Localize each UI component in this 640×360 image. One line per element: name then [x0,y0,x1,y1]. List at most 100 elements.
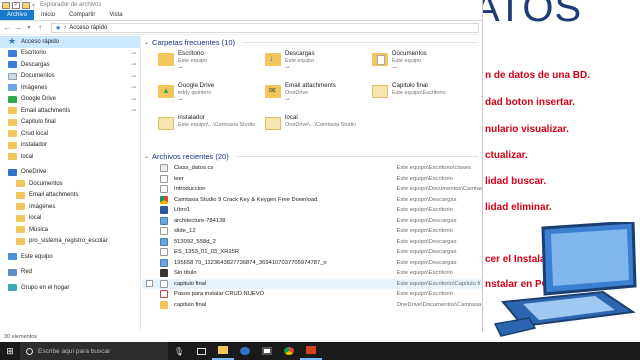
nav-item[interactable]: ★ Acceso rápido [0,36,140,48]
folder-name: Escritorio [178,50,204,57]
window-title: Explorador de archivos [40,2,102,8]
back-arrow-icon[interactable]: ← [3,23,11,32]
task-view-icon[interactable] [190,342,212,360]
file-row[interactable]: 513092_558d_2 Este equipo\Descargas [142,237,482,248]
desktop-icon [8,49,17,57]
pin-icon[interactable]: ⊸ [131,107,136,114]
folder-tile[interactable]: Documentos Este equipo ⊸ [372,50,482,78]
nav-item[interactable]: Descargas ⊸ [0,59,140,71]
recent-locations-chevron-icon[interactable]: ▾ [25,24,33,31]
nav-item[interactable]: Grupo en el hogar [0,282,140,294]
folder-tile[interactable]: Escritorio Este equipo ⊸ [158,50,268,78]
windows-start-icon[interactable]: ⊞ [0,342,20,360]
powerpoint-icon[interactable] [300,342,322,360]
nav-item[interactable]: Imágenes [0,201,140,213]
pin-icon[interactable]: ⊸ [131,96,136,103]
file-row[interactable]: leer Este equipo\Escritorio [142,174,482,185]
chrome-icon[interactable] [278,342,300,360]
chevron-down-icon[interactable]: ⌄ [144,39,149,46]
nav-item-label: Imágenes [21,84,48,91]
row-checkbox[interactable] [146,280,153,288]
breadcrumb[interactable]: Acceso rápido [69,25,107,31]
pin-icon[interactable]: ⊸ [285,65,315,71]
tab-inicio[interactable]: Inicio [34,10,62,20]
nav-item[interactable]: Este equipo [0,251,140,263]
pin-icon[interactable]: ⊸ [178,65,207,71]
file-row[interactable]: ES_1353_01_03_XR25R Este equipo\Descargas [142,247,482,258]
file-row[interactable]: 195658 70_1123643827736874_3694107037705… [142,258,482,269]
image-icon [8,84,17,92]
new-folder-quick-icon[interactable] [22,1,30,9]
slide-line: n de datos de una BD. [485,70,591,81]
breadcrumb-chevron-icon[interactable]: › [64,25,66,31]
nav-item[interactable]: Música [0,224,140,236]
pin-icon[interactable]: ⊸ [178,97,214,103]
pin-icon[interactable]: ⊸ [131,61,136,68]
nav-item[interactable]: Email attachments ⊸ [0,105,140,117]
nav-item[interactable]: Documentos ⊸ [0,71,140,83]
file-name: capitulo final [173,301,207,308]
nav-item[interactable]: Imágenes ⊸ [0,82,140,94]
folder-location: eddy quintero [178,90,212,96]
file-row[interactable]: Class_datos.cs Este equipo\Escritorio\cla… [142,163,482,174]
folder-tile[interactable]: DescargasEste equipo⊸ [265,50,375,78]
chevron-down-icon[interactable]: ⌄ [144,153,149,160]
up-arrow-icon[interactable]: ↑ [36,23,44,32]
microphone-icon[interactable]: 🎙 [168,342,190,360]
folder-tile[interactable]: instalador Este equipo\...\Camtasia Studi… [158,114,268,142]
folder-name: Google Drive [178,82,215,89]
nav-item[interactable]: Crud local [0,128,140,140]
recent-files-header[interactable]: ⌄ Archivos recientes (20) [142,150,482,162]
nav-item[interactable]: pro_sistema_registro_escolar [0,236,140,248]
nav-item[interactable]: local [0,151,140,163]
file-row[interactable]: slide_12 Este equipo\Escritorio [142,226,482,237]
nav-item[interactable]: Red [0,267,140,279]
forward-arrow-icon[interactable]: → [14,23,22,32]
file-row[interactable]: Libro1 Este equipo\Escritorio [142,205,482,216]
tab-archivo[interactable]: Archivo [0,10,35,20]
properties-quick-icon[interactable]: ✓ [12,1,20,9]
ribbon-tabs: Archivo Inicio Compartir Vista [0,10,482,21]
nav-item[interactable]: Documentos [0,178,140,190]
nav-item[interactable]: Escritorio ⊸ [0,48,140,60]
tab-vista[interactable]: Vista [102,10,129,20]
file-row[interactable]: Introduccion Este equipo\Documentos\Camta… [142,184,482,195]
nav-item[interactable]: Email attachments [0,190,140,202]
file-row[interactable]: capitulo final Este equipo\Escritorio\Cap… [142,278,482,289]
img-file-icon [159,258,168,267]
explorer-app-icon[interactable] [2,1,10,9]
quick-access-dropdown-icon[interactable]: ▾ [32,2,35,9]
pin-icon[interactable]: ⊸ [285,97,336,103]
address-field[interactable]: ★ › Acceso rápido [51,22,479,33]
slide-line: ctualizar. [485,150,528,161]
presentation-slide-background: ATOS n de datos de una BD. dad boton ins… [483,0,640,342]
folder-tile[interactable]: Email attachmentsOneDrive⊸ [265,82,375,110]
nav-item[interactable]: local [0,213,140,225]
file-row[interactable]: Sin título Este equipo\Escritorio [142,268,482,279]
folder-icon [16,180,25,188]
pin-icon[interactable]: ⊸ [131,73,136,80]
pin-icon[interactable]: ⊸ [392,65,427,71]
pin-icon[interactable]: ⊸ [131,84,136,91]
folder-tile[interactable]: Capitulo final Este equipo\Escritorio [372,82,482,110]
cs-file-icon [159,164,168,173]
file-row[interactable]: Camtasia Studio 9 Crack Key & Keygen Fre… [142,195,482,206]
tab-compartir[interactable]: Compartir [62,10,102,20]
edge-browser-icon[interactable] [234,342,256,360]
download-icon [8,61,17,69]
nav-item[interactable]: Google Drive ⊸ [0,94,140,106]
pin-icon[interactable]: ⊸ [131,50,136,57]
taskbar-search-box[interactable]: Escribe aquí para buscar [20,342,168,360]
folder-tile[interactable]: local OneDrive\...\Camtasia Studio [265,114,375,142]
folder-tile[interactable]: Google Driveeddy quintero⊸ [158,82,268,110]
file-row[interactable]: Pasos para instalar CRUD NUEVO Este equip… [142,289,482,300]
frequent-folders-header[interactable]: ⌄ Carpetas frecuentes (10) [142,36,482,48]
file-location: Este equipo\Documentos\Camtasia [396,186,482,193]
nav-item[interactable]: Capitulo final [0,117,140,129]
file-row[interactable]: capitulo final OneDrive\Documentos\Camtas… [142,300,482,311]
file-explorer-taskbar-icon[interactable] [212,342,234,360]
file-row[interactable]: architecture-784138 Este equipo\Descargas [142,216,482,227]
nav-item[interactable]: OneDrive [0,167,140,179]
nav-item[interactable]: instalador [0,140,140,152]
store-icon[interactable] [256,342,278,360]
